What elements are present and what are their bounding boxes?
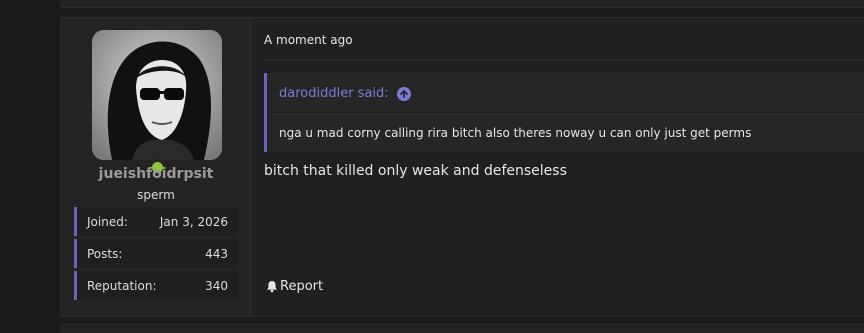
quote-block: darodiddler said: nga u mad corny callin… — [264, 73, 864, 152]
stat-posts: Posts: 443 — [74, 239, 238, 268]
forum-post: jueishfoidrpsit sperm Joined: Jan 3, 202… — [60, 17, 864, 317]
page-gutter — [0, 0, 48, 333]
stat-label: Reputation: — [87, 278, 157, 293]
previous-post-edge — [60, 0, 864, 8]
post-content: A moment ago darodiddler said: nga u mad… — [251, 18, 864, 316]
user-title: sperm — [137, 188, 175, 202]
stat-value: 340 — [205, 278, 228, 293]
header-divider — [264, 60, 864, 61]
user-stats: Joined: Jan 3, 2026 Posts: 443 Reputatio… — [74, 207, 238, 303]
username[interactable]: jueishfoidrpsit — [61, 166, 251, 182]
report-label: Report — [280, 279, 324, 294]
stat-label: Posts: — [87, 246, 123, 261]
bell-icon — [267, 281, 277, 293]
stat-label: Joined: — [87, 214, 128, 229]
arrow-up-circle-icon[interactable] — [396, 86, 411, 101]
quote-author[interactable]: darodiddler said: — [279, 86, 389, 101]
stat-value: Jan 3, 2026 — [159, 214, 228, 229]
quote-text: nga u mad corny calling rira bitch also … — [279, 126, 752, 140]
quote-divider — [270, 114, 864, 115]
next-post-edge — [60, 324, 864, 333]
quote-header[interactable]: darodiddler said: — [279, 86, 411, 101]
post-user-panel: jueishfoidrpsit sperm Joined: Jan 3, 202… — [61, 18, 251, 316]
avatar-image — [92, 30, 222, 160]
stat-value: 443 — [205, 246, 228, 261]
post-body: bitch that killed only weak and defensel… — [264, 163, 567, 179]
avatar-container[interactable] — [92, 30, 222, 176]
stat-joined: Joined: Jan 3, 2026 — [74, 207, 238, 236]
stat-reputation: Reputation: 340 — [74, 271, 238, 300]
post-timestamp[interactable]: A moment ago — [264, 33, 353, 47]
report-button[interactable]: Report — [266, 279, 323, 294]
avatar[interactable] — [92, 30, 222, 160]
